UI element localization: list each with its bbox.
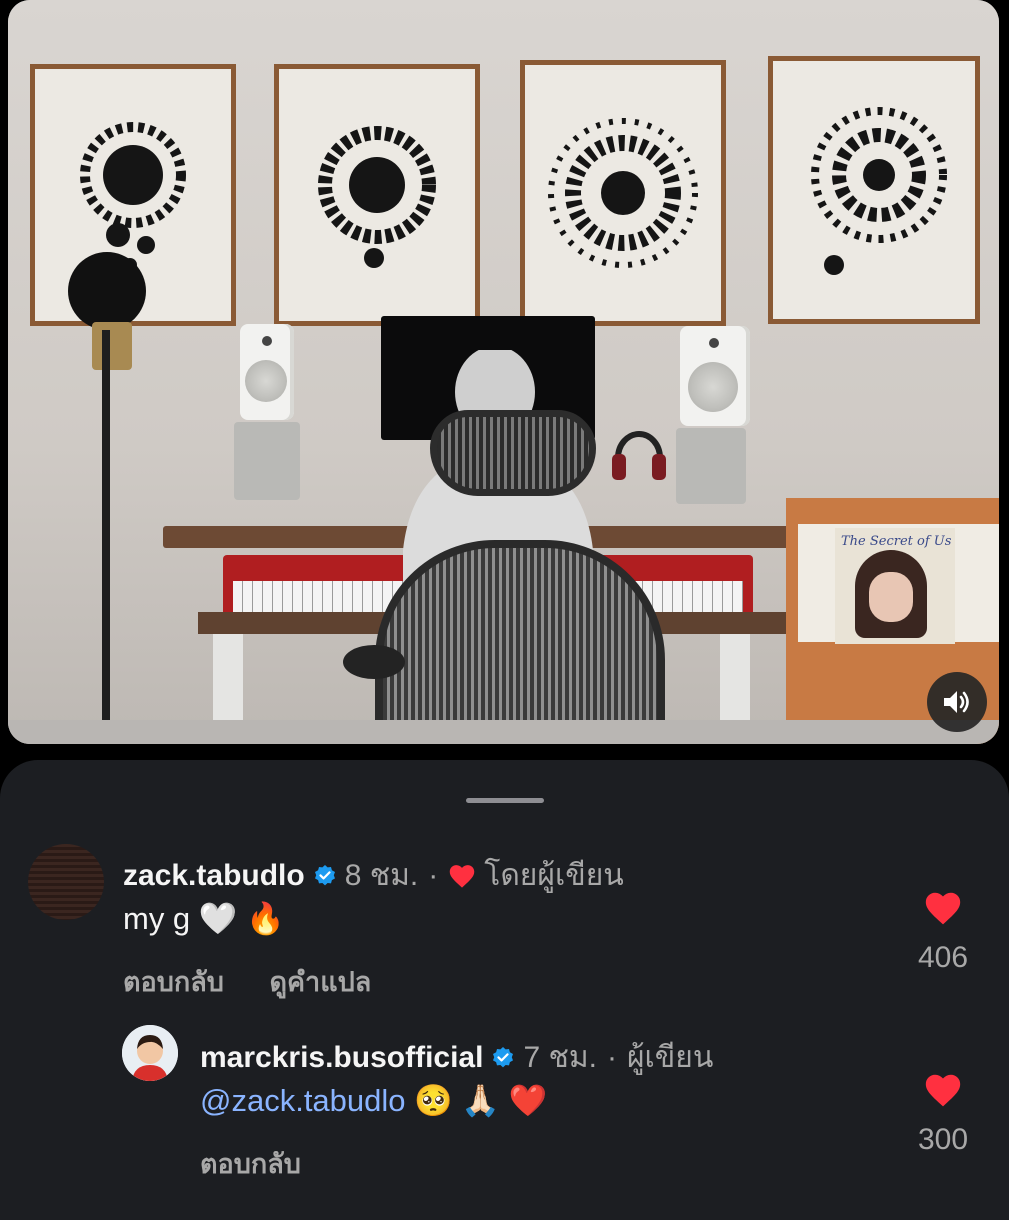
comment-actions: ตอบกลับ ดูคำแปล: [123, 960, 409, 1003]
like-count: 406: [917, 941, 969, 974]
mic-stand: [102, 330, 110, 744]
reply-button[interactable]: ตอบกลับ: [123, 967, 224, 997]
verified-badge-icon: [314, 864, 335, 885]
avatar[interactable]: [28, 844, 104, 920]
comment-text-content: my g: [123, 901, 191, 936]
reply-actions: ตอบกลับ: [200, 1142, 339, 1185]
artwork-frame-4: [768, 56, 980, 324]
studio-speaker-right: [680, 326, 750, 426]
like-control: 406: [903, 890, 983, 975]
comment-time: 8 ชม.: [344, 859, 419, 892]
album-title: The Secret of Us: [841, 534, 952, 549]
artwork-frame-2: [274, 64, 480, 326]
heart-icon: [449, 864, 475, 888]
comment-emoji: 🤍 🔥: [198, 901, 285, 936]
liked-by-author-label: โดยผู้เขียน: [484, 859, 624, 892]
verified-badge-icon: [493, 1046, 514, 1067]
comment-username[interactable]: zack.tabudlo: [123, 859, 305, 893]
mention-link[interactable]: @zack.tabudlo: [200, 1083, 406, 1118]
author-label: ผู้เขียน: [626, 1041, 714, 1074]
reply-button[interactable]: ตอบกลับ: [200, 1149, 301, 1179]
avatar[interactable]: [122, 1025, 178, 1081]
like-count: 300: [917, 1123, 969, 1156]
artwork-frame-3: [520, 60, 726, 326]
post-media[interactable]: The Secret of Us: [8, 0, 999, 744]
mic-pop-filter: [68, 252, 146, 330]
reply-time: 7 ชม.: [523, 1041, 597, 1074]
see-translation-button[interactable]: ดูคำแปล: [269, 967, 371, 997]
headphones-on-stand: [610, 418, 668, 488]
reply-header: marckris.busofficial 7 ชม. · ผู้เขียน: [200, 1034, 713, 1081]
speaker-on-icon: [944, 691, 969, 713]
comment-text: my g 🤍 🔥: [123, 900, 285, 937]
reply-text: @zack.tabudlo 🥺 🙏🏻 ❤️: [200, 1082, 547, 1119]
speaker-stand-left: [234, 422, 300, 500]
floor: [8, 720, 999, 744]
office-chair: [375, 540, 665, 744]
reply-emoji: 🥺 🙏🏻 ❤️: [414, 1083, 548, 1118]
vinyl-album-cover: The Secret of Us: [835, 528, 955, 644]
speaker-stand-right: [676, 428, 746, 504]
like-control: 300: [903, 1072, 983, 1157]
separator-dot: ·: [606, 1040, 617, 1074]
reply-username[interactable]: marckris.busofficial: [200, 1041, 483, 1075]
stool: [343, 645, 405, 679]
heart-icon[interactable]: [923, 890, 963, 926]
microphone: [92, 322, 132, 370]
sheet-drag-handle[interactable]: [466, 798, 544, 803]
comments-sheet[interactable]: zack.tabudlo 8 ชม. · โดยผู้เขียน my g 🤍 …: [0, 760, 1009, 1220]
studio-speaker-left: [240, 324, 294, 420]
heart-icon[interactable]: [923, 1072, 963, 1108]
chair-headrest: [430, 410, 596, 496]
sound-toggle-button[interactable]: [927, 672, 987, 732]
comment-header: zack.tabudlo 8 ชม. · โดยผู้เขียน: [123, 852, 624, 899]
separator-dot: ·: [428, 858, 439, 892]
